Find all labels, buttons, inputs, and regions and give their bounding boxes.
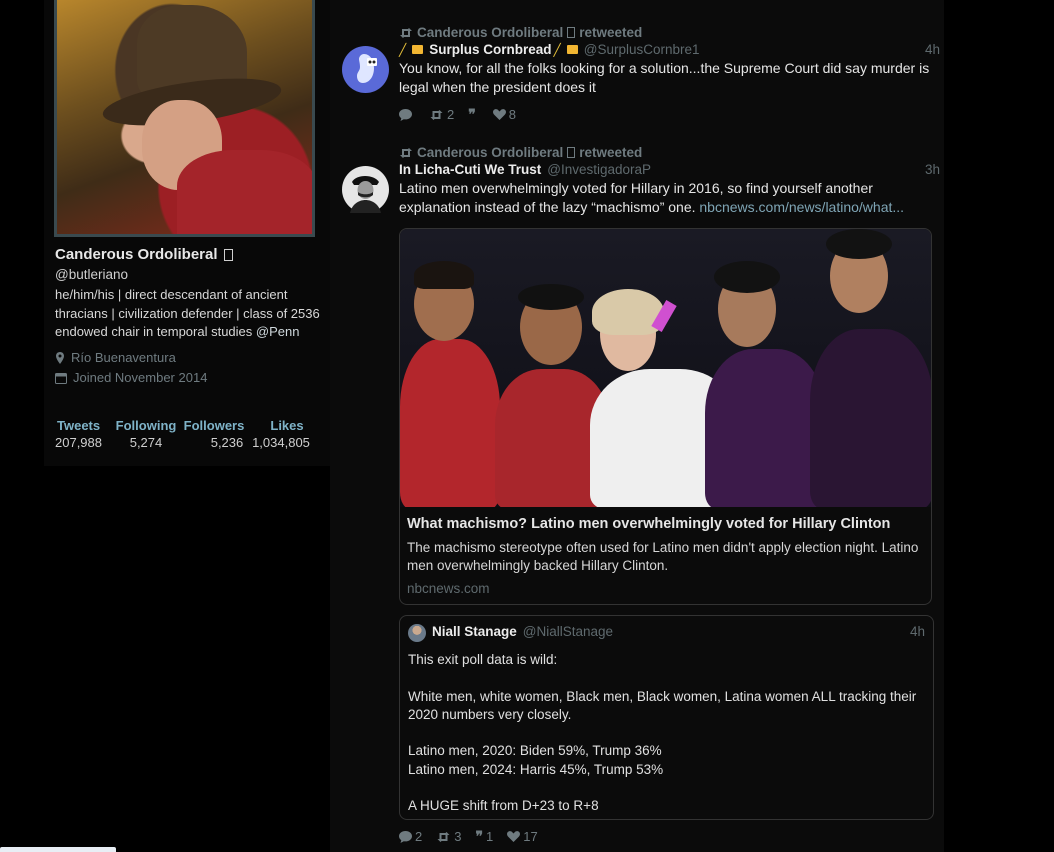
heart-icon xyxy=(507,831,521,842)
retweet-icon xyxy=(437,831,450,842)
stat-following[interactable]: Following 5,274 xyxy=(111,418,181,450)
reply-button[interactable] xyxy=(399,108,415,121)
portrait-avatar-icon xyxy=(350,176,381,213)
tweet-actions: 2 3 ❞ 1 17 xyxy=(342,828,538,845)
profile-handle[interactable]: @butleriano xyxy=(55,267,325,282)
reply-icon xyxy=(399,108,412,121)
profile-location: Río Buenaventura xyxy=(55,348,325,368)
tweet-author-name[interactable]: In Licha-Cuti We Trust xyxy=(399,162,541,177)
corn-icon: ╱ xyxy=(399,43,407,57)
tweet-author-handle[interactable]: @InvestigadoraP xyxy=(547,162,651,177)
location-pin-icon xyxy=(56,351,64,364)
tweet-text: Latino men overwhelmingly voted for Hill… xyxy=(399,180,905,215)
link-preview-card[interactable]: What machismo? Latino men overwhelmingly… xyxy=(399,228,932,605)
cartoon-avatar-icon xyxy=(357,54,377,83)
quoted-avatar[interactable] xyxy=(408,624,426,642)
cheese-icon xyxy=(566,45,578,54)
quote-button[interactable]: ❞ xyxy=(468,106,479,123)
reply-button[interactable]: 2 xyxy=(399,829,422,844)
profile-card: Canderous Ordoliberal @butleriano he/him… xyxy=(55,246,325,388)
quoted-tweet[interactable]: Niall Stanage @NiallStanage 4h This exit… xyxy=(399,615,934,820)
retweet-button[interactable]: 2 xyxy=(429,107,454,122)
retweet-context: Canderous Ordoliberal retweeted xyxy=(342,25,940,40)
stat-tweets[interactable]: Tweets 207,988 xyxy=(55,418,111,450)
cheese-icon xyxy=(412,45,424,54)
tweet-surplus-cornbread[interactable]: Canderous Ordoliberal retweeted ╱ Surplu… xyxy=(342,25,940,123)
tweet-avatar[interactable] xyxy=(342,46,389,93)
card-domain: nbcnews.com xyxy=(407,581,490,596)
missing-glyph-icon xyxy=(567,147,576,158)
tweet-actions: 2 ❞ 8 xyxy=(342,106,940,123)
quote-icon: ❞ xyxy=(475,828,484,844)
quote-icon: ❞ xyxy=(468,106,476,122)
tweet-text: You know, for all the folks looking for … xyxy=(399,60,930,95)
tweet-time[interactable]: 3h xyxy=(925,162,940,177)
reply-icon xyxy=(399,830,412,843)
missing-glyph-icon xyxy=(223,248,233,261)
corn-icon: ╱ xyxy=(553,43,561,57)
calendar-icon xyxy=(55,372,67,384)
quoted-time[interactable]: 4h xyxy=(910,624,925,639)
like-button[interactable]: 17 xyxy=(507,829,538,844)
tweet-avatar[interactable] xyxy=(342,166,389,213)
quoted-text: This exit poll data is wild: White men, … xyxy=(408,652,917,814)
profile-bio: he/him/his | direct descendant of ancien… xyxy=(55,287,320,339)
missing-glyph-icon xyxy=(567,27,576,38)
heart-icon xyxy=(492,109,506,120)
like-button[interactable]: 8 xyxy=(492,107,516,122)
tweet-author-name[interactable]: Surplus Cornbread xyxy=(429,42,551,57)
retweet-context: Canderous Ordoliberal retweeted xyxy=(342,145,940,160)
horizontal-scrollbar[interactable] xyxy=(0,847,116,852)
card-description: The machismo stereotype often used for L… xyxy=(407,540,919,573)
card-title[interactable]: What machismo? Latino men overwhelmingly… xyxy=(407,516,924,532)
quote-button[interactable]: ❞ 1 xyxy=(475,828,493,845)
retweet-icon xyxy=(400,27,412,38)
tweet-author-handle[interactable]: @SurplusCornbre1 xyxy=(584,42,700,57)
retweet-button[interactable]: 3 xyxy=(436,829,461,844)
retweet-icon xyxy=(430,109,443,120)
tweet-licha-cuti[interactable]: Canderous Ordoliberal retweeted In Licha… xyxy=(342,145,940,217)
card-image xyxy=(400,229,931,507)
tweet-time[interactable]: 4h xyxy=(925,42,940,57)
profile-name[interactable]: Canderous Ordoliberal xyxy=(55,246,218,263)
stat-followers[interactable]: Followers 5,236 xyxy=(181,418,247,450)
quoted-author-handle[interactable]: @NiallStanage xyxy=(523,624,613,639)
stat-likes[interactable]: Likes 1,034,805 xyxy=(247,418,315,450)
retweet-icon xyxy=(400,147,412,158)
quoted-author-name[interactable]: Niall Stanage xyxy=(432,624,517,639)
profile-avatar[interactable] xyxy=(54,0,315,237)
profile-joined: Joined November 2014 xyxy=(55,368,325,388)
bio-mention-link[interactable]: @Penn xyxy=(256,324,300,339)
tweet-link[interactable]: nbcnews.com/news/latino/what... xyxy=(699,199,904,215)
profile-stats: Tweets 207,988 Following 5,274 Followers… xyxy=(55,418,315,450)
